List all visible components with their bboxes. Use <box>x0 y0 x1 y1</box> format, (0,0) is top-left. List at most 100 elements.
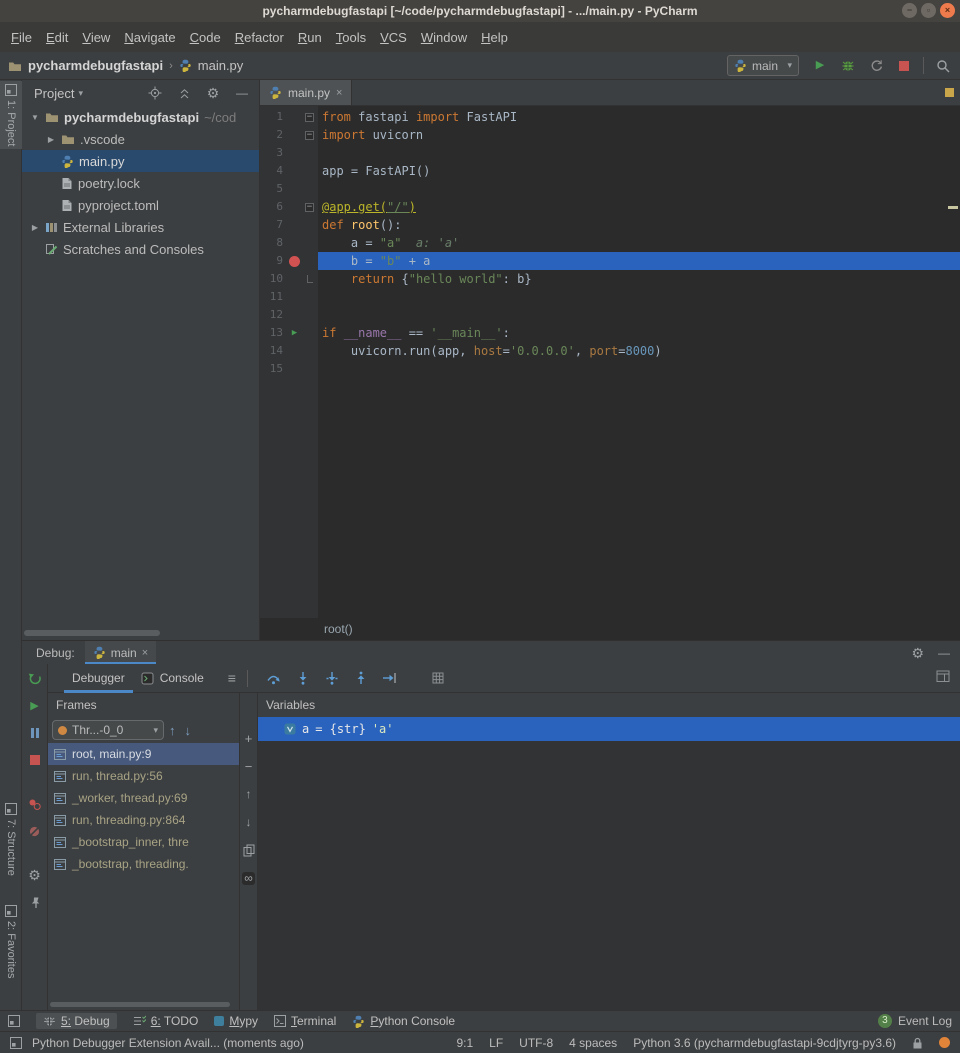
tree-item--vscode[interactable]: ▶.vscode <box>22 128 259 150</box>
collapse-arrow-icon[interactable]: ▼ <box>30 113 40 122</box>
tab-debugger[interactable]: Debugger <box>64 664 133 693</box>
tree-item-pyproject-toml[interactable]: pyproject.toml <box>22 194 259 216</box>
pin-button[interactable] <box>26 893 44 911</box>
code-line[interactable]: 3 <box>260 144 960 162</box>
tool-window-button-python-console[interactable]: Python Console <box>352 1014 455 1028</box>
tree-item-main-py[interactable]: main.py <box>22 150 259 172</box>
locate-button[interactable] <box>146 84 164 102</box>
force-step-into-button[interactable] <box>323 669 341 687</box>
line-number[interactable]: 5 <box>260 180 286 198</box>
code-line[interactable]: 15 <box>260 360 960 378</box>
caret-position[interactable]: 9:1 <box>456 1036 473 1050</box>
step-out-button[interactable] <box>352 669 370 687</box>
remove-watch-button[interactable]: − <box>240 757 258 775</box>
code-line[interactable]: 10 return {"hello world": b} <box>260 270 960 288</box>
expand-arrow-icon[interactable]: ▶ <box>46 135 56 144</box>
previous-frame-icon[interactable]: ↑ <box>169 723 176 738</box>
settings-button[interactable]: ⚙ <box>204 84 222 102</box>
mute-breakpoints-button[interactable] <box>26 822 44 840</box>
stack-frame-row[interactable]: _bootstrap_inner, thre <box>48 831 239 853</box>
inspection-indicator[interactable] <box>945 88 954 97</box>
run-to-cursor-button[interactable] <box>381 669 399 687</box>
tool-window-button-5-debug[interactable]: 5: Debug <box>36 1013 117 1029</box>
tree-item-external-libraries[interactable]: ▶External Libraries <box>22 216 259 238</box>
line-number[interactable]: 7 <box>260 216 286 234</box>
show-watches-button[interactable]: ∞ <box>240 869 258 887</box>
move-up-button[interactable]: ↑ <box>240 785 258 803</box>
line-number[interactable]: 13 <box>260 324 286 342</box>
tool-window-button-terminal[interactable]: Terminal <box>274 1014 336 1028</box>
settings-button[interactable]: ⚙ <box>26 866 44 884</box>
menu-item-vcs[interactable]: VCS <box>373 27 414 48</box>
indent-style[interactable]: 4 spaces <box>569 1036 617 1050</box>
pause-button[interactable] <box>26 724 44 742</box>
close-session-icon[interactable]: × <box>142 647 148 659</box>
fold-collapse-icon[interactable]: − <box>305 113 314 122</box>
fold-collapse-icon[interactable]: − <box>305 203 314 212</box>
code-line[interactable]: 1−from fastapi import FastAPI <box>260 108 960 126</box>
editor-breadcrumb-context[interactable]: root() <box>324 622 353 636</box>
menu-item-navigate[interactable]: Navigate <box>117 27 182 48</box>
duplicate-watch-button[interactable] <box>240 841 258 859</box>
toolwindow-switcher-icon[interactable] <box>10 1037 22 1049</box>
line-number[interactable]: 9 <box>260 252 286 270</box>
menu-item-view[interactable]: View <box>75 27 117 48</box>
code-line[interactable]: 8 a = "a" a: 'a' <box>260 234 960 252</box>
tool-window-button-6-todo[interactable]: 6: TODO <box>133 1014 199 1028</box>
bug-button[interactable] <box>839 57 857 75</box>
add-watch-button[interactable]: + <box>240 729 258 747</box>
run-line-icon[interactable]: ▶ <box>292 324 297 342</box>
view-breakpoints-button[interactable] <box>26 795 44 813</box>
tool-button-structure[interactable]: 7: Structure <box>0 800 22 879</box>
next-frame-icon[interactable]: ↓ <box>185 723 192 738</box>
maximize-button[interactable]: ▫ <box>921 3 936 18</box>
line-number[interactable]: 11 <box>260 288 286 306</box>
hide-panel-icon[interactable]: — <box>938 647 950 659</box>
minimize-button[interactable]: − <box>902 3 917 18</box>
title-bar[interactable]: pycharmdebugfastapi [~/code/pycharmdebug… <box>0 0 960 22</box>
frames-horizontal-scrollbar[interactable] <box>50 1002 230 1007</box>
collapse-button[interactable] <box>175 84 193 102</box>
editor-tab-main-py[interactable]: main.py × <box>260 80 352 105</box>
code-line[interactable]: 13▶if __name__ == '__main__': <box>260 324 960 342</box>
menu-item-refactor[interactable]: Refactor <box>228 27 291 48</box>
gear-icon[interactable]: ⚙ <box>911 646 924 660</box>
tool-window-button-mypy[interactable]: Mypy <box>214 1014 258 1028</box>
menu-item-help[interactable]: Help <box>474 27 515 48</box>
menu-item-run[interactable]: Run <box>291 27 329 48</box>
step-into-button[interactable] <box>294 669 312 687</box>
hide-button[interactable]: — <box>233 84 251 102</box>
tool-button-project[interactable]: 1: Project <box>0 81 22 149</box>
breadcrumb-file[interactable]: main.py <box>198 58 244 73</box>
menu-item-file[interactable]: File <box>4 27 39 48</box>
line-number[interactable]: 8 <box>260 234 286 252</box>
toolwindow-toggle-icon[interactable] <box>8 1015 20 1027</box>
code-line[interactable]: 2−import uvicorn <box>260 126 960 144</box>
line-number[interactable]: 10 <box>260 270 286 288</box>
code-line[interactable]: 5 <box>260 180 960 198</box>
menu-item-edit[interactable]: Edit <box>39 27 75 48</box>
stop-button[interactable] <box>895 57 913 75</box>
event-log-button[interactable]: 3 Event Log <box>878 1014 952 1028</box>
line-separator[interactable]: LF <box>489 1036 503 1050</box>
file-encoding[interactable]: UTF-8 <box>519 1036 553 1050</box>
breakpoint-icon[interactable] <box>289 256 300 267</box>
stack-frame-row[interactable]: run, threading.py:864 <box>48 809 239 831</box>
menu-item-code[interactable]: Code <box>183 27 228 48</box>
code-line[interactable]: 7def root(): <box>260 216 960 234</box>
menu-item-window[interactable]: Window <box>414 27 474 48</box>
resume-button[interactable]: ▶ <box>26 697 44 715</box>
expand-arrow-icon[interactable]: ▶ <box>30 223 40 232</box>
restore-layout-icon[interactable] <box>936 670 950 683</box>
line-number[interactable]: 6 <box>260 198 286 216</box>
stop-red-button[interactable] <box>26 751 44 769</box>
tree-item-scratches-and-consoles[interactable]: Scratches and Consoles <box>22 238 259 260</box>
line-number[interactable]: 14 <box>260 342 286 360</box>
stack-frame-row[interactable]: root, main.py:9 <box>48 743 239 765</box>
tab-console[interactable]: Console <box>133 664 212 693</box>
coverage-button[interactable] <box>867 57 885 75</box>
code-editor[interactable]: 1−from fastapi import FastAPI2−import uv… <box>260 106 960 618</box>
stack-frame-row[interactable]: _bootstrap, threading. <box>48 853 239 875</box>
line-number[interactable]: 3 <box>260 144 286 162</box>
error-stripe-mark[interactable] <box>948 206 958 209</box>
